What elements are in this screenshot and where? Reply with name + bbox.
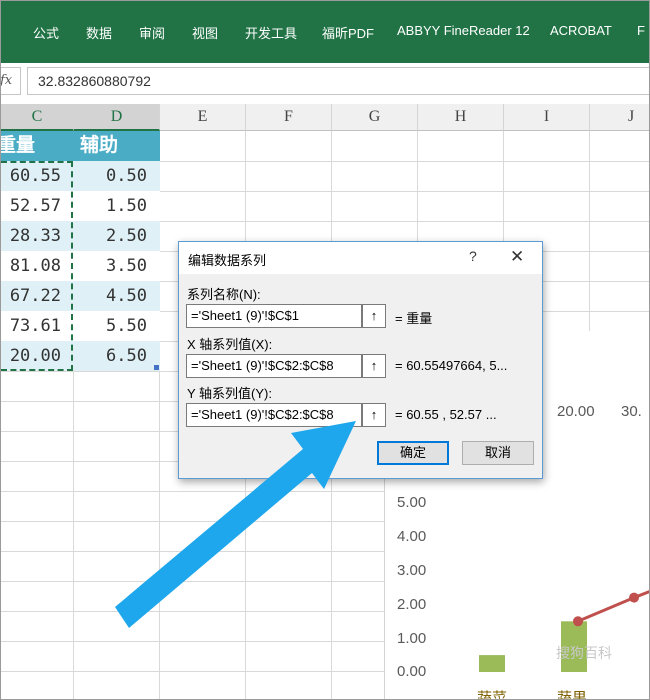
annotation-arrow-icon <box>115 421 356 628</box>
window-frame: i 公式 数据 审阅 视图 开发工具 福昕PDF ABBYY FineReade… <box>0 0 650 700</box>
arrow-shape <box>115 421 356 628</box>
